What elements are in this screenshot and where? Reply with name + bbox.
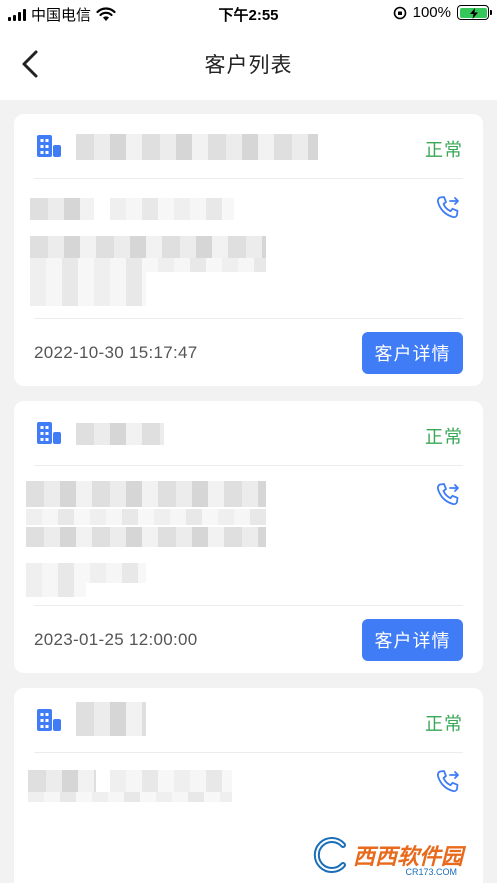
redacted-contact	[30, 198, 94, 220]
redacted-contact	[110, 198, 234, 220]
building-icon	[37, 422, 61, 444]
divider	[34, 178, 463, 179]
orientation-lock-icon	[393, 6, 406, 19]
redacted-company-name	[76, 134, 318, 160]
building-icon	[37, 135, 61, 157]
redacted-contact	[28, 770, 96, 792]
divider	[34, 465, 463, 466]
redacted-address	[26, 527, 266, 547]
divider	[34, 752, 463, 753]
redacted-address	[26, 563, 146, 583]
divider	[34, 318, 463, 319]
customer-detail-button[interactable]: 客户详情	[362, 619, 463, 661]
battery-icon	[457, 5, 492, 20]
watermark-site: CR173.COM	[405, 867, 457, 877]
status-right: 100%	[393, 4, 492, 21]
redacted-contact	[28, 792, 232, 802]
redacted-address	[26, 509, 266, 525]
battery-fill	[459, 7, 487, 19]
watermark-logo: 西西软件园 CR173.COM	[311, 833, 483, 877]
phone-call-icon[interactable]	[435, 768, 461, 794]
customer-detail-button[interactable]: 客户详情	[362, 332, 463, 374]
status-bar: 中国电信 下午2:55 100%	[0, 0, 497, 28]
building-icon	[37, 709, 61, 731]
watermark-c-icon	[313, 837, 346, 873]
battery-percent: 100%	[412, 4, 451, 21]
phone-call-icon[interactable]	[435, 194, 461, 220]
page-title: 客户列表	[204, 54, 293, 77]
created-time: 2023-01-25 12:00:00	[34, 630, 198, 649]
status-badge: 正常	[425, 427, 463, 447]
customer-card: 正常 2022-10-30 15:17:47 客户详情	[14, 114, 483, 386]
created-time: 2022-10-30 15:17:47	[34, 343, 198, 362]
redacted-contact	[110, 770, 232, 792]
divider	[34, 605, 463, 606]
redacted-address	[26, 583, 86, 597]
phone-call-icon[interactable]	[435, 481, 461, 507]
redacted-contact	[26, 481, 266, 507]
customer-card: 正常 2023-01-25 12:00:00 客户详情	[14, 401, 483, 673]
redacted-company-name	[76, 423, 164, 445]
status-badge: 正常	[425, 714, 463, 734]
nav-bar: 客户列表	[0, 28, 497, 100]
redacted-address	[30, 258, 266, 272]
chevron-left-icon[interactable]	[16, 48, 46, 80]
redacted-address	[30, 272, 146, 306]
redacted-address	[30, 236, 266, 258]
status-badge: 正常	[425, 140, 463, 160]
redacted-company-name	[76, 702, 146, 736]
